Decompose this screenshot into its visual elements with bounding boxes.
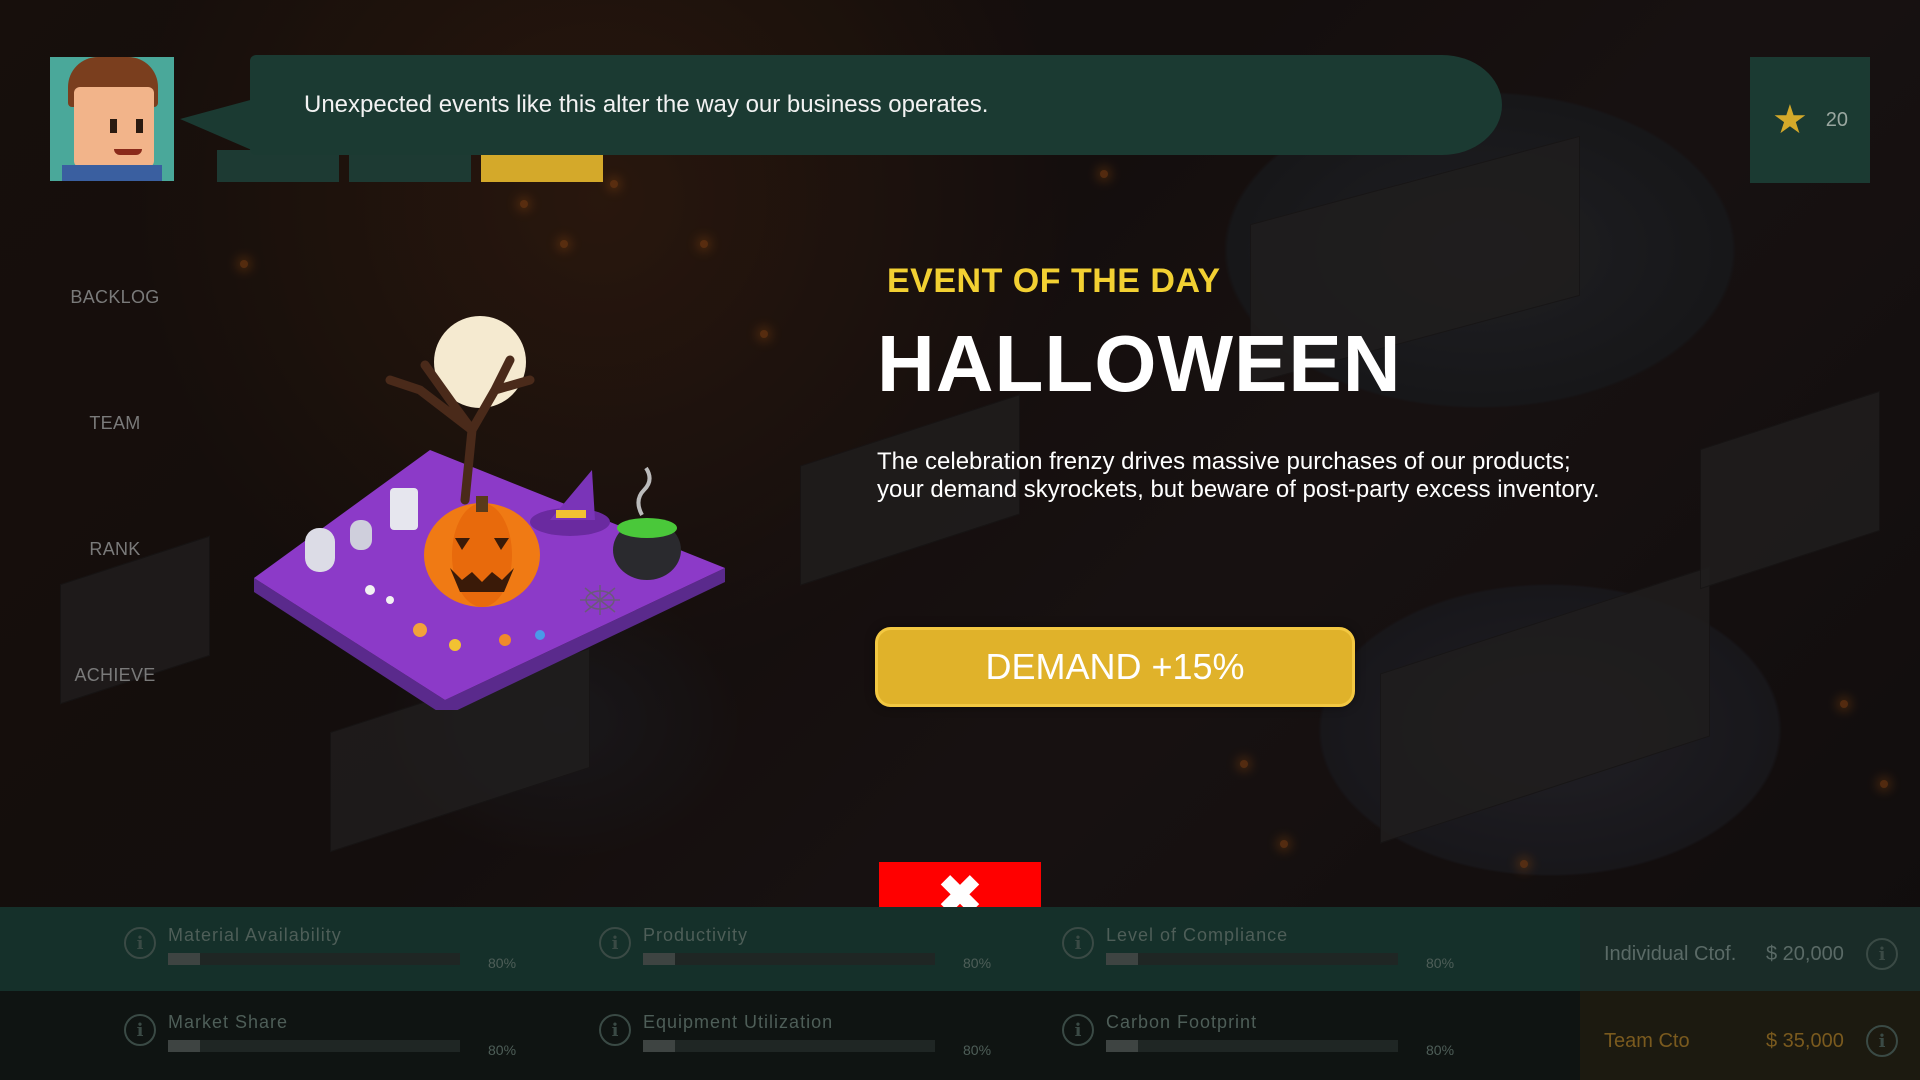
info-icon[interactable]: i xyxy=(1062,927,1094,959)
halloween-illustration xyxy=(254,316,725,710)
info-icon[interactable]: i xyxy=(599,1014,631,1046)
kpi-percent: 80% xyxy=(1426,1042,1455,1058)
sidebar-item-team[interactable]: TEAM xyxy=(40,413,190,434)
kpi-progress-track xyxy=(643,953,935,965)
individual-cost-label: Individual Ctof. xyxy=(1604,943,1737,965)
kpi-label: Productivity xyxy=(643,925,749,945)
kpi-label: Market Share xyxy=(168,1012,289,1032)
team-cost-amount: $ 35,000 xyxy=(1766,1030,1844,1052)
kpi-percent: 80% xyxy=(488,1042,517,1058)
score-value: 20 xyxy=(1825,108,1849,131)
kpi-percent: 80% xyxy=(1426,955,1455,971)
event-title: HALLOWEEN xyxy=(877,319,1402,408)
event-description: The celebration frenzy drives massive pu… xyxy=(877,448,1727,504)
coach-speech-bubble: Unexpected events like this alter the wa… xyxy=(180,55,1502,155)
kpi-material-availability: i Material Availability 80% xyxy=(124,925,544,985)
kpi-level-of-compliance: i Level of Compliance 80% xyxy=(1062,925,1482,985)
star-icon: ★ xyxy=(1771,98,1808,142)
team-cost-label: Team Cto xyxy=(1604,1030,1690,1052)
coach-avatar xyxy=(50,57,174,181)
kpi-carbon-footprint: i Carbon Footprint 80% xyxy=(1062,1012,1482,1072)
info-icon[interactable]: i xyxy=(1062,1014,1094,1046)
kpi-progress-track xyxy=(168,953,460,965)
sidebar-item-achieve[interactable]: ACHIEVE xyxy=(40,665,190,686)
info-icon[interactable]: i xyxy=(124,927,156,959)
info-icon[interactable]: i xyxy=(1866,1025,1898,1057)
kpi-progress-track xyxy=(1106,953,1398,965)
event-description-line-1: The celebration frenzy drives massive pu… xyxy=(877,448,1571,475)
kpi-progress-track xyxy=(168,1040,460,1052)
sidebar-item-backlog[interactable]: BACKLOG xyxy=(40,287,190,308)
kpi-percent: 80% xyxy=(963,955,992,971)
kpi-percent: 80% xyxy=(963,1042,992,1058)
kpi-percent: 80% xyxy=(488,955,517,971)
kpi-label: Carbon Footprint xyxy=(1106,1012,1258,1032)
coach-message: Unexpected events like this alter the wa… xyxy=(304,91,989,118)
kpi-label: Equipment Utilization xyxy=(643,1012,834,1032)
kpi-productivity: i Productivity 80% xyxy=(599,925,1019,985)
info-icon[interactable]: i xyxy=(124,1014,156,1046)
kpi-label: Level of Compliance xyxy=(1106,925,1289,945)
sidebar-item-rank[interactable]: RANK xyxy=(40,539,190,560)
info-icon[interactable]: i xyxy=(599,927,631,959)
kpi-equipment-utilization: i Equipment Utilization 80% xyxy=(599,1012,1019,1072)
event-description-line-2: your demand skyrockets, but beware of po… xyxy=(877,476,1600,503)
kpi-label: Material Availability xyxy=(168,925,342,945)
individual-cost-amount: $ 20,000 xyxy=(1766,943,1844,965)
score-badge: ★ 20 xyxy=(1750,57,1870,183)
event-kicker: EVENT OF THE DAY xyxy=(887,262,1221,300)
kpi-market-share: i Market Share 80% xyxy=(124,1012,544,1072)
kpi-progress-track xyxy=(1106,1040,1398,1052)
info-icon[interactable]: i xyxy=(1866,938,1898,970)
kpi-progress-track xyxy=(643,1040,935,1052)
event-effect-badge: DEMAND +15% xyxy=(875,627,1355,707)
